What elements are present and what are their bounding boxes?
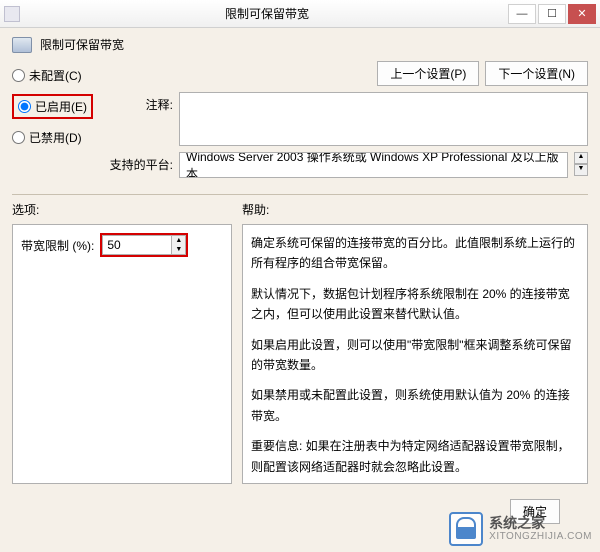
policy-title: 限制可保留带宽 — [40, 36, 124, 53]
watermark-url: XITONGZHIJIA.COM — [489, 531, 592, 543]
watermark-text: 系统之家 XITONGZHIJIA.COM — [489, 515, 592, 544]
minimize-button[interactable]: — — [508, 4, 536, 24]
help-label: 帮助: — [242, 201, 588, 218]
section-labels: 选项: 帮助: — [12, 201, 588, 218]
platform-row: 支持的平台: Windows Server 2003 操作系统或 Windows… — [103, 152, 588, 178]
close-button[interactable]: ✕ — [568, 4, 596, 24]
watermark-name: 系统之家 — [489, 515, 592, 532]
policy-icon — [12, 37, 32, 53]
platform-spin-down[interactable]: ▼ — [574, 164, 588, 176]
radio-enabled-highlight: 已启用(E) — [12, 94, 93, 119]
help-text-2: 默认情况下，数据包计划程序将系统限制在 20% 的连接带宽之内，但可以使用此设置… — [251, 284, 579, 325]
nav-buttons: 上一个设置(P) 下一个设置(N) — [103, 61, 588, 86]
radio-disabled-input[interactable] — [12, 131, 25, 144]
separator — [12, 194, 588, 195]
state-radios: 未配置(C) 已启用(E) 已禁用(D) — [12, 61, 93, 146]
options-label: 选项: — [12, 201, 242, 218]
platform-spinner: ▲ ▼ — [574, 152, 588, 176]
bandwidth-spinner: ▲ ▼ — [172, 235, 186, 255]
policy-header: 限制可保留带宽 — [12, 36, 588, 53]
help-text-1: 确定系统可保留的连接带宽的百分比。此值限制系统上运行的所有程序的组合带宽保留。 — [251, 233, 579, 274]
options-panel: 带宽限制 (%): ▲ ▼ — [12, 224, 232, 484]
titlebar: 限制可保留带宽 — ☐ ✕ — [0, 0, 600, 28]
app-icon — [4, 6, 20, 22]
prev-setting-button[interactable]: 上一个设置(P) — [377, 61, 479, 86]
platform-label: 支持的平台: — [103, 152, 173, 173]
bandwidth-label: 带宽限制 (%): — [21, 237, 94, 254]
comment-label: 注释: — [103, 92, 173, 113]
radio-not-configured[interactable]: 未配置(C) — [12, 67, 93, 84]
bandwidth-option-row: 带宽限制 (%): ▲ ▼ — [21, 233, 223, 257]
radio-enabled-label: 已启用(E) — [35, 98, 87, 115]
help-panel: 确定系统可保留的连接带宽的百分比。此值限制系统上运行的所有程序的组合带宽保留。 … — [242, 224, 588, 484]
watermark: 系统之家 XITONGZHIJIA.COM — [449, 512, 592, 546]
platform-spin-up[interactable]: ▲ — [574, 152, 588, 164]
radio-enabled-input[interactable] — [18, 100, 31, 113]
comment-input[interactable] — [179, 92, 588, 146]
watermark-icon — [449, 512, 483, 546]
bandwidth-spin-down[interactable]: ▼ — [172, 245, 185, 254]
help-text-5: 重要信息: 如果在注册表中为特定网络适配器设置带宽限制，则配置该网络适配器时就会… — [251, 436, 579, 477]
help-text-3: 如果启用此设置，则可以使用"带宽限制"框来调整系统可保留的带宽数量。 — [251, 335, 579, 376]
radio-enabled[interactable]: 已启用(E) — [18, 98, 87, 115]
next-setting-button[interactable]: 下一个设置(N) — [485, 61, 588, 86]
bandwidth-input-highlight: ▲ ▼ — [100, 233, 188, 257]
radio-not-configured-input[interactable] — [12, 69, 25, 82]
window-title: 限制可保留带宽 — [26, 5, 508, 22]
maximize-button[interactable]: ☐ — [538, 4, 566, 24]
radio-not-configured-label: 未配置(C) — [29, 67, 82, 84]
platform-value: Windows Server 2003 操作系统或 Windows XP Pro… — [179, 152, 568, 178]
comment-row: 注释: — [103, 92, 588, 146]
help-text-4: 如果禁用或未配置此设置，则系统使用默认值为 20% 的连接带宽。 — [251, 385, 579, 426]
bandwidth-spin-up[interactable]: ▲ — [172, 236, 185, 245]
window-buttons: — ☐ ✕ — [508, 4, 596, 24]
dialog-content: 限制可保留带宽 未配置(C) 已启用(E) 已禁用(D) 上一个设置(P) 下 — [0, 28, 600, 552]
bandwidth-input[interactable] — [102, 235, 172, 255]
radio-disabled[interactable]: 已禁用(D) — [12, 129, 93, 146]
radio-disabled-label: 已禁用(D) — [29, 129, 82, 146]
